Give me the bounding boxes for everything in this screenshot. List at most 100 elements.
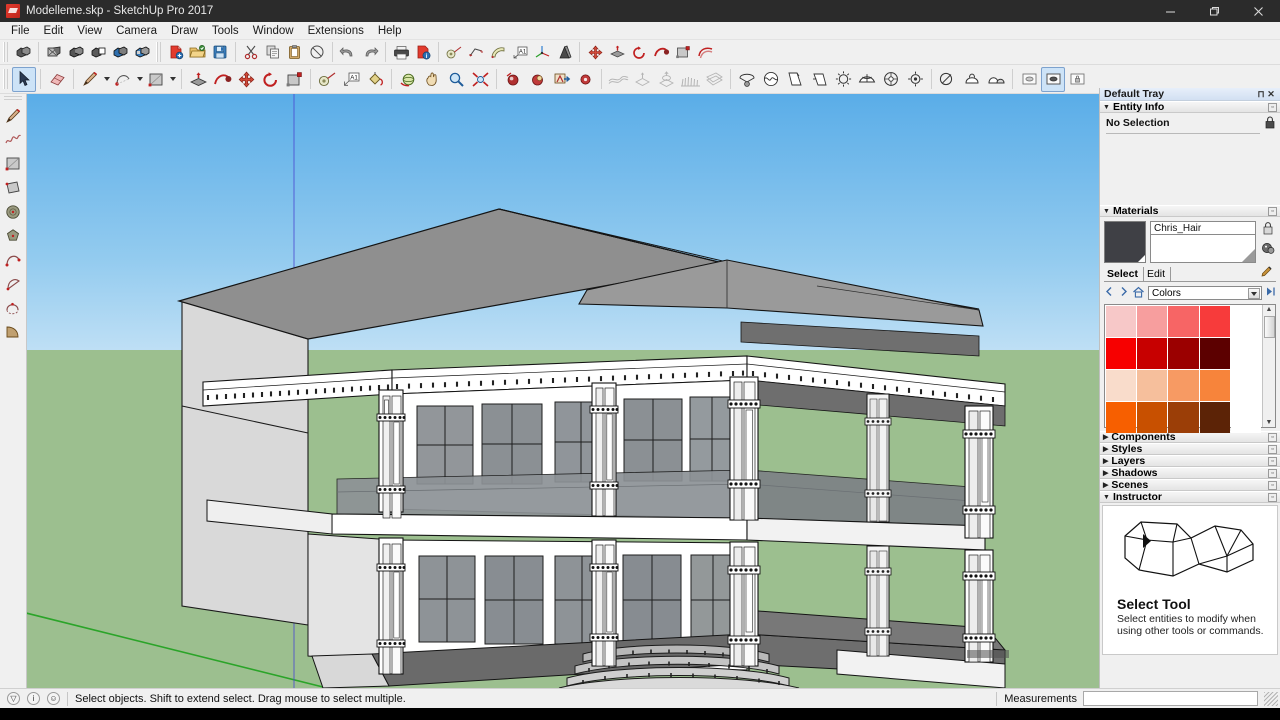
color-swatch[interactable] [1168,402,1199,433]
color-swatch[interactable] [1137,402,1168,433]
toggle-terrain-button[interactable] [759,67,783,92]
followme-button[interactable] [650,41,672,63]
tab-select[interactable]: Select [1104,267,1144,281]
color-swatch[interactable] [1106,370,1137,401]
text-button[interactable]: A1 [509,41,531,63]
color-swatch[interactable] [1199,306,1230,337]
menu-extensions[interactable]: Extensions [301,24,371,38]
from-scratch-button[interactable] [630,67,654,92]
select-tool-button[interactable] [12,66,36,92]
toolbar-grip-2[interactable] [156,42,163,62]
color-swatch[interactable] [1168,370,1199,401]
scale-button[interactable] [672,41,694,63]
model-viewport[interactable] [27,94,1099,688]
move-button[interactable] [584,41,606,63]
stamp-button[interactable] [678,67,702,92]
model-info-button[interactable]: i [412,41,434,63]
intersect-button[interactable] [960,67,984,92]
swatch-scrollbar[interactable]: ▲ ▼ [1262,305,1275,427]
menu-camera[interactable]: Camera [109,24,164,38]
pin-icon[interactable]: ⊓ [1256,89,1266,100]
layer-visible-button[interactable] [1017,67,1041,92]
outer-shell-button[interactable] [936,67,960,92]
panel-collapse-button[interactable]: ▫ [1268,492,1277,502]
zoom-tool-button[interactable] [444,67,468,92]
orbit-tool-button[interactable] [396,67,420,92]
photo-texture-button[interactable] [783,67,807,92]
tape-measure-button[interactable] [443,41,465,63]
position-camera-button[interactable] [501,67,525,92]
arc-tool-chevron-down-icon[interactable] [135,67,144,92]
scroll-thumb[interactable] [1263,316,1275,338]
material-name-field[interactable]: Chris_Hair [1150,221,1256,235]
close-icon[interactable]: ✕ [1266,89,1276,100]
look-around-button[interactable] [525,67,549,92]
chevron-down-icon[interactable] [1248,288,1260,299]
shaded-view-button[interactable] [109,41,131,63]
panel-expand-button[interactable]: ▫ [1268,480,1277,490]
scroll-up-icon[interactable]: ▲ [1266,306,1273,313]
polygon-tool[interactable] [1,224,25,248]
geo-location-button[interactable] [855,67,879,92]
close-icon[interactable] [1236,0,1280,22]
3d-text-button[interactable] [553,41,575,63]
panel-header-styles[interactable]: ▶ Styles ▫ [1100,443,1280,455]
pie-tool[interactable] [1,320,25,344]
color-swatch[interactable] [1137,338,1168,369]
credits-icon[interactable]: ☺ [47,692,60,705]
panel-header-instructor[interactable]: ▼ Instructor ▫ [1100,491,1280,503]
material-swatch-grid[interactable] [1105,305,1262,433]
offset-button[interactable] [694,41,716,63]
cut-button[interactable] [240,41,262,63]
color-swatch[interactable] [1199,338,1230,369]
panel-header-scenes[interactable]: ▶ Scenes ▫ [1100,479,1280,491]
paste-button[interactable] [284,41,306,63]
save-button[interactable] [209,41,231,63]
color-swatch[interactable] [1137,370,1168,401]
scale-tool-button[interactable] [282,67,306,92]
eraser-tool-button[interactable] [45,67,69,92]
panel-collapse-button[interactable]: ▫ [1268,102,1277,112]
followme-tool-button[interactable] [210,67,234,92]
pushpull-button[interactable] [606,41,628,63]
arc-tool-button[interactable] [111,67,135,92]
panel-expand-button[interactable]: ▫ [1268,432,1277,442]
pan-tool-button[interactable] [420,67,444,92]
print-button[interactable] [390,41,412,63]
color-swatch[interactable] [1137,306,1168,337]
dimension-button[interactable] [465,41,487,63]
line-tool[interactable] [1,104,25,128]
toolbar-grip[interactable] [3,42,10,62]
color-swatch[interactable] [1199,370,1230,401]
globe-button[interactable] [903,67,927,92]
menu-tools[interactable]: Tools [205,24,246,38]
rotate-button[interactable] [628,41,650,63]
circle-tool[interactable] [1,200,25,224]
menu-edit[interactable]: Edit [37,24,71,38]
panel-expand-button[interactable]: ▫ [1268,444,1277,454]
color-swatch[interactable] [1168,338,1199,369]
add-location-button[interactable] [735,67,759,92]
wireframe-view-button[interactable] [65,41,87,63]
material-library-select[interactable]: Colors [1148,286,1262,300]
union-button[interactable] [984,67,1008,92]
info-icon[interactable]: i [27,692,40,705]
solar-north-button[interactable] [879,67,903,92]
back-arrow-icon[interactable] [1104,286,1115,300]
shaded-texture-view-button[interactable] [131,41,153,63]
menu-view[interactable]: View [70,24,109,38]
smoove-button[interactable] [654,67,678,92]
freehand-tool[interactable] [1,128,25,152]
protractor-button[interactable] [487,41,509,63]
north-button[interactable] [831,67,855,92]
walk-button[interactable] [549,67,573,92]
rotate-tool-button[interactable] [258,67,282,92]
arc-tool[interactable] [1,248,25,272]
tape-measure-tool-button[interactable] [315,67,339,92]
redo-button[interactable] [359,41,381,63]
color-swatch[interactable] [1168,306,1199,337]
menu-window[interactable]: Window [246,24,301,38]
eyedropper-icon[interactable] [1260,265,1273,281]
current-material-swatch[interactable] [1104,221,1146,263]
hidden-line-view-button[interactable] [87,41,109,63]
